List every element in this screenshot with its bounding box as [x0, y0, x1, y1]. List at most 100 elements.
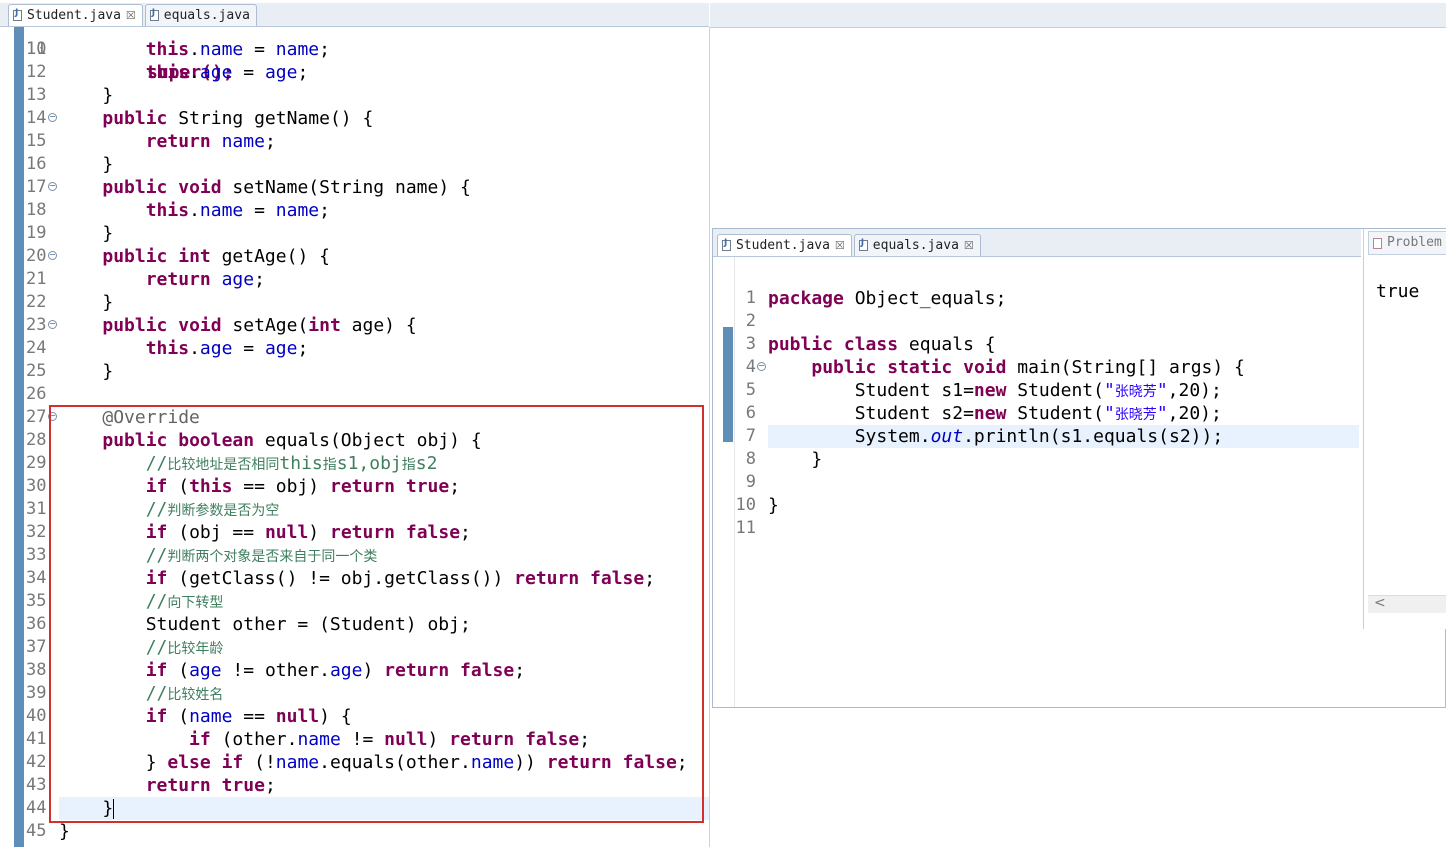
code-line: 30 if (this == obj) return true; — [0, 475, 709, 498]
code-line: 36 Student other = (Student) obj; — [0, 613, 709, 636]
code-text: } — [59, 798, 115, 819]
code-line: 27− @Override — [0, 406, 709, 429]
code-line: 16 } — [0, 153, 709, 176]
problems-tab-label: Problem — [1387, 235, 1442, 250]
text-caret — [113, 799, 115, 819]
left-editor-tabbar: Student.java ☒ equals.java — [0, 3, 709, 27]
code-text: package Object_equals; — [768, 288, 1007, 309]
line-number: 33 — [26, 545, 47, 565]
code-line: 21 return age; — [0, 268, 709, 291]
code-line: 4− public static void main(String[] args… — [713, 356, 1359, 379]
code-text: //判断两个对象是否来自于同一个类 — [145, 545, 378, 566]
code-line: 42 } else if (!name.equals(other.name)) … — [0, 751, 709, 774]
code-line: 29 //比较地址是否相同this指s1,obj指s2 — [0, 452, 709, 475]
tab-equals-java[interactable]: equals.java — [144, 4, 257, 26]
code-line: 28 public boolean equals(Object obj) { — [0, 429, 709, 452]
code-text: if (name == null) { — [145, 706, 352, 727]
console-panel: Problem true < — [1363, 229, 1446, 629]
code-line: 41 if (other.name != null) return false; — [0, 728, 709, 751]
fold-toggle-icon[interactable]: − — [48, 113, 57, 122]
code-text: } — [59, 154, 114, 175]
line-number: 1 — [745, 288, 756, 308]
code-line: 11 — [713, 517, 1359, 540]
line-number: 27 — [26, 407, 47, 427]
code-text: Student s2=new Student("张晓芳",20); — [768, 403, 1222, 424]
line-number: 10 — [735, 495, 756, 515]
line-number: 35 — [26, 591, 47, 611]
code-text: } — [768, 495, 779, 516]
line-number: 38 — [26, 660, 47, 680]
line-number: 3 — [745, 334, 756, 354]
code-line: 17− public void setName(String name) { — [0, 176, 709, 199]
code-text: if (age != other.age) return false; — [145, 660, 526, 681]
line-number: 25 — [26, 361, 47, 381]
tab-student-java[interactable]: Student.java ☒ — [717, 234, 852, 256]
line-number: 16 — [26, 154, 47, 174]
fold-toggle-icon[interactable]: − — [48, 182, 57, 191]
line-number: 26 — [26, 384, 47, 404]
fold-toggle-icon[interactable]: − — [48, 412, 57, 421]
code-line: 6 Student s2=new Student("张晓芳",20); — [713, 402, 1359, 425]
code-line: 43 return true; — [0, 774, 709, 797]
line-number: 30 — [26, 476, 47, 496]
line-number: 44 — [26, 798, 47, 818]
tab-equals-java[interactable]: equals.java ☒ — [853, 234, 981, 256]
line-number: 37 — [26, 637, 47, 657]
code-text: return name; — [145, 131, 276, 152]
code-line: 38 if (age != other.age) return false; — [0, 659, 709, 682]
line-number: 32 — [26, 522, 47, 542]
code-text: //比较姓名 — [145, 683, 224, 704]
line-number: 42 — [26, 752, 47, 772]
code-text: if (this == obj) return true; — [145, 476, 461, 497]
code-text: public boolean equals(Object obj) { — [102, 430, 482, 451]
tab-label: equals.java — [872, 238, 959, 253]
fold-toggle-icon[interactable]: − — [48, 320, 57, 329]
line-number: 19 — [26, 223, 47, 243]
fold-toggle-icon[interactable]: − — [757, 362, 766, 371]
line-number: 13 — [26, 85, 47, 105]
close-tab-icon[interactable]: ☒ — [835, 239, 845, 252]
console-hscrollbar[interactable]: < — [1368, 595, 1446, 613]
line-number: 20 — [26, 246, 47, 266]
code-line: 7 System.out.println(s1.equals(s2)); — [713, 425, 1359, 448]
code-text: //向下转型 — [145, 591, 224, 612]
code-line: 26 — [0, 383, 709, 406]
code-line: 32 if (obj == null) return false; — [0, 521, 709, 544]
line-number: 29 — [26, 453, 47, 473]
scroll-left-arrow-icon[interactable]: < — [1374, 595, 1386, 611]
line-number: 28 — [26, 430, 47, 450]
line-number: 21 — [26, 269, 47, 289]
code-line: 37 //比较年龄 — [0, 636, 709, 659]
line-number: 8 — [745, 449, 756, 469]
code-line: 24 this.age = age; — [0, 337, 709, 360]
right-code-editor[interactable]: 1 package Object_equals; 2 3 public class eq… — [713, 257, 1359, 707]
code-line: 2 — [713, 310, 1359, 333]
code-line: 19 } — [0, 222, 709, 245]
line-number: 36 — [26, 614, 47, 634]
fold-toggle-icon[interactable]: − — [48, 251, 57, 260]
line-number: 4 — [745, 357, 756, 377]
code-text: @Override — [102, 407, 200, 428]
code-text: //比较年龄 — [145, 637, 224, 658]
code-line-partial: 10 super(); — [0, 27, 709, 83]
code-text: if (getClass() != obj.getClass()) return… — [145, 568, 656, 589]
line-number: 11 — [735, 518, 756, 538]
line-number: 23 — [26, 315, 47, 335]
code-text: } else if (!name.equals(other.name)) ret… — [59, 752, 688, 773]
code-line: 44 } — [0, 797, 709, 820]
code-text: public static void main(String[] args) { — [811, 357, 1245, 378]
left-code-editor[interactable]: 10 super(); 11 this.name = name; 12 this.… — [0, 27, 710, 847]
java-file-icon — [858, 238, 868, 251]
tab-student-java[interactable]: Student.java ☒ — [8, 4, 143, 26]
right-top-strip — [710, 3, 1446, 28]
code-line: 18 this.name = name; — [0, 199, 709, 222]
java-file-icon — [722, 238, 731, 251]
close-tab-icon[interactable]: ☒ — [964, 239, 974, 252]
code-text: this.age = age; — [145, 62, 309, 83]
code-line: 45} — [0, 820, 709, 843]
code-line: 10} — [713, 494, 1359, 517]
line-number: 22 — [26, 292, 47, 312]
close-tab-icon[interactable]: ☒ — [126, 9, 136, 22]
problems-tab[interactable]: Problem — [1368, 231, 1446, 255]
code-line: 20− public int getAge() { — [0, 245, 709, 268]
